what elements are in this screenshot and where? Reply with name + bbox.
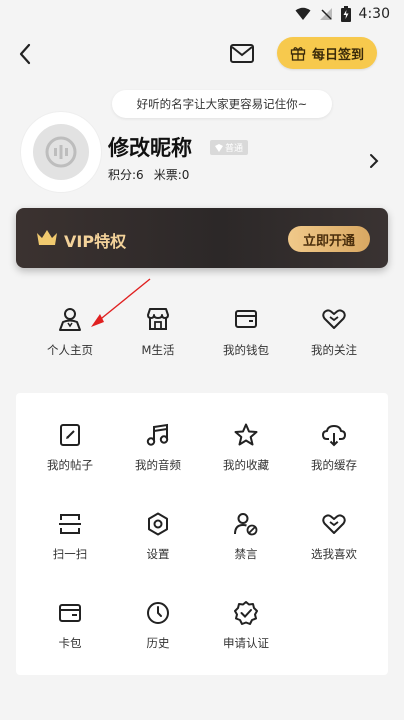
card-icon (56, 599, 84, 627)
grid-label: 禁言 (234, 547, 258, 561)
checkin-label: 每日签到 (311, 47, 364, 63)
function-grid: 我的帖子 我的音频 我的收藏 我的缓存 扫一扫 设置 禁言 选我喜欢 卡包 历史… (16, 393, 388, 675)
quick-label: 个人主页 (47, 343, 93, 357)
vip-card[interactable]: VIP特权 立即开通 (16, 208, 388, 268)
mail-icon (230, 44, 254, 63)
quick-item-homepage[interactable]: 个人主页 (26, 305, 114, 358)
grid-item-my-audio[interactable]: 我的音频 (114, 421, 202, 473)
grid-item-my-posts[interactable]: 我的帖子 (26, 421, 114, 473)
grid-item-scan[interactable]: 扫一扫 (26, 510, 114, 562)
scan-icon (56, 510, 84, 538)
grid-item-card-wallet[interactable]: 卡包 (26, 599, 114, 651)
nickname-tip-bubble: 好听的名字让大家更容易记住你~ (112, 90, 332, 118)
settings-icon (144, 510, 172, 538)
message-button[interactable] (228, 42, 256, 66)
grid-label: 我的帖子 (47, 458, 93, 472)
quick-label: 我的关注 (311, 343, 357, 357)
grid-item-my-favorites[interactable]: 我的收藏 (202, 421, 290, 473)
quick-label: 我的钱包 (223, 343, 269, 357)
no-signal-icon (319, 7, 333, 21)
member-level-badge: 普通 (210, 140, 248, 155)
grid-item-history[interactable]: 历史 (114, 599, 202, 651)
top-bar: 每日签到 (0, 36, 404, 72)
crown-icon (36, 229, 58, 247)
cloud-download-icon (320, 421, 348, 449)
avatar[interactable] (21, 112, 101, 192)
back-arrow-icon (19, 43, 31, 65)
vip-open-button[interactable]: 立即开通 (288, 226, 370, 252)
shop-icon (144, 305, 172, 333)
grid-label: 我的音频 (135, 458, 181, 472)
back-button[interactable] (12, 40, 40, 68)
tickets: 米票:0 (153, 168, 190, 182)
grid-item-verification[interactable]: 申请认证 (202, 599, 290, 651)
default-avatar-icon (33, 124, 89, 180)
quick-item-mlife[interactable]: M生活 (114, 305, 202, 358)
heart-icon (320, 510, 348, 538)
status-bar: 4:30 (0, 0, 404, 28)
grid-label: 我的收藏 (223, 458, 269, 472)
heart-icon (320, 305, 348, 333)
wallet-icon (232, 305, 260, 333)
badge-label: 普通 (224, 144, 243, 154)
grid-item-settings[interactable]: 设置 (114, 510, 202, 562)
points: 积分:6 (108, 168, 144, 182)
nickname[interactable]: 修改昵称 (108, 132, 192, 162)
quick-item-wallet[interactable]: 我的钱包 (202, 305, 290, 358)
grid-item-my-cache[interactable]: 我的缓存 (290, 421, 378, 473)
grid-label: 设置 (146, 547, 170, 561)
grid-label: 选我喜欢 (311, 547, 357, 561)
grid-item-choose-like[interactable]: 选我喜欢 (290, 510, 378, 562)
grid-label: 申请认证 (223, 636, 269, 650)
user-block-icon (232, 510, 260, 538)
clock-icon (144, 599, 172, 627)
grid-label: 我的缓存 (311, 458, 357, 472)
badge-tag-icon (214, 143, 223, 152)
star-icon (232, 421, 260, 449)
quick-label: M生活 (141, 343, 175, 357)
grid-label: 卡包 (58, 636, 82, 650)
status-time: 4:30 (358, 6, 390, 22)
grid-item-mute[interactable]: 禁言 (202, 510, 290, 562)
gift-icon (290, 47, 306, 61)
quick-item-following[interactable]: 我的关注 (290, 305, 378, 358)
daily-checkin-button[interactable]: 每日签到 (277, 37, 377, 69)
wifi-icon (295, 7, 311, 21)
user-stats: 积分:6 米票:0 (108, 166, 189, 183)
verified-icon (232, 599, 260, 627)
vip-title: VIP特权 (64, 232, 127, 251)
person-icon (56, 305, 84, 333)
grid-label: 历史 (146, 636, 170, 650)
music-icon (144, 421, 172, 449)
grid-label: 扫一扫 (52, 547, 88, 561)
edit-icon (56, 421, 84, 449)
quick-actions: 个人主页 M生活 我的钱包 我的关注 (0, 305, 404, 365)
battery-icon (340, 6, 351, 22)
chevron-right-icon[interactable] (368, 153, 380, 169)
